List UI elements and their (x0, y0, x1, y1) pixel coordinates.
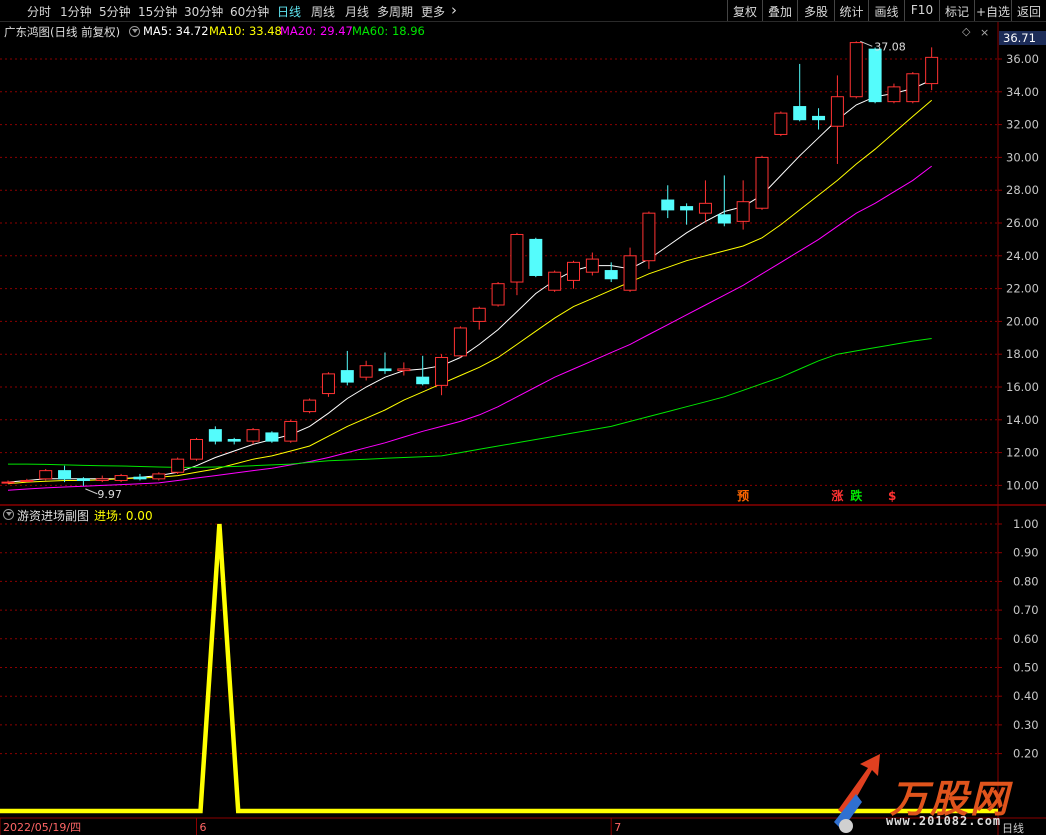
candle-down (76, 478, 90, 481)
main-y-tick-label: 36.00 (1006, 52, 1039, 66)
signal-marker: $ (888, 489, 896, 503)
candle-up (1, 481, 15, 484)
candle-down (265, 432, 279, 442)
candle-up (642, 212, 656, 262)
candle-down (680, 206, 694, 211)
candle-up (246, 429, 260, 442)
main-y-tick-label: 32.00 (1006, 118, 1039, 132)
candle-up (548, 271, 562, 291)
candle-down (208, 429, 222, 442)
watermark-logo: 万股网 www.201082.com (828, 750, 1043, 835)
candle-up (698, 202, 712, 214)
candle-up (303, 399, 317, 413)
sub-y-tick-label: 0.70 (1013, 603, 1039, 617)
high-label: 37.08 (874, 40, 906, 53)
sub-y-tick-label: 0.40 (1013, 689, 1039, 703)
sub-y-tick-label: 0.50 (1013, 661, 1039, 675)
candle-up (585, 258, 599, 273)
main-y-tick-label: 12.00 (1006, 446, 1039, 460)
candle-up (887, 86, 901, 103)
candle-up (114, 475, 128, 481)
candle-up (359, 365, 373, 378)
candle-up (171, 458, 185, 473)
candle-down (58, 470, 72, 480)
candle-up (736, 201, 750, 222)
x-axis-label: 7 (614, 821, 621, 834)
sub-y-tick-label: 0.30 (1013, 718, 1039, 732)
candle-up (472, 307, 486, 322)
candle-down (717, 214, 731, 224)
chart-canvas: 36.00 34.00 32.00 30.00 28.00 26.00 24.00 22.00… (0, 22, 1046, 835)
arrow-logo-icon (834, 754, 880, 833)
candle-up (849, 42, 863, 98)
sub-y-tick-label: 0.60 (1013, 632, 1039, 646)
ma-line-ma60 (8, 338, 932, 468)
candle-up (95, 478, 109, 481)
main-y-tick-label: 16.00 (1006, 380, 1039, 394)
candle-down (793, 106, 807, 121)
signal-marker: 涨 (831, 488, 843, 503)
candle-up (774, 112, 788, 135)
candle-up (830, 96, 844, 127)
main-y-tick-label: 34.00 (1006, 85, 1039, 99)
candle-up (321, 373, 335, 395)
candle-down (812, 115, 826, 121)
candle-down (416, 376, 430, 385)
candle-down (378, 368, 392, 372)
candle-down (340, 370, 354, 383)
candle-down (604, 270, 618, 280)
x-axis-label: 2022/05/19/四 (3, 821, 81, 834)
candle-up (755, 156, 769, 209)
main-y-tick-label: 20.00 (1006, 314, 1039, 328)
low-label: 9.97 (97, 488, 122, 501)
candle-up (925, 56, 939, 85)
candle-down (529, 238, 543, 276)
x-axis-label: 6 (200, 821, 207, 834)
signal-marker: 预 (737, 489, 749, 503)
candle-down (661, 199, 675, 211)
main-y-tick-label: 24.00 (1006, 249, 1039, 263)
candle-up (20, 479, 34, 482)
diamond-icon: ◇ (962, 25, 971, 38)
candle-up (906, 73, 920, 103)
candle-down (868, 48, 882, 103)
candle-up (510, 233, 524, 283)
main-y-tick-label: 22.00 (1006, 282, 1039, 296)
candle-up (152, 473, 166, 480)
candle-down (227, 438, 241, 442)
candle-up (623, 255, 637, 291)
main-y-tick-label: 30.00 (1006, 150, 1039, 164)
close-icon: × (980, 26, 989, 39)
main-y-tick-label: 28.00 (1006, 183, 1039, 197)
candle-up (190, 438, 203, 460)
main-y-tick-label: 14.00 (1006, 413, 1039, 427)
sub-y-tick-label: 0.90 (1013, 546, 1039, 560)
candle-up (491, 283, 505, 306)
last-price-text: 36.71 (1003, 31, 1036, 45)
candle-up (39, 470, 53, 480)
candle-down (133, 476, 147, 480)
candle-up (397, 368, 411, 372)
candle-up (435, 356, 449, 386)
candle-up (284, 420, 298, 442)
watermark-url: www.201082.com (886, 814, 1002, 828)
candle-up (567, 261, 580, 281)
candle-up (453, 327, 467, 357)
main-y-tick-label: 26.00 (1006, 216, 1039, 230)
sub-y-tick-label: 1.00 (1013, 517, 1039, 531)
main-y-tick-label: 10.00 (1006, 478, 1039, 492)
signal-marker: 跌 (850, 488, 863, 503)
ma-line-ma5 (7, 79, 932, 483)
sub-y-tick-label: 0.80 (1013, 574, 1039, 588)
main-y-tick-label: 18.00 (1006, 347, 1039, 361)
low-pointer (85, 488, 98, 495)
